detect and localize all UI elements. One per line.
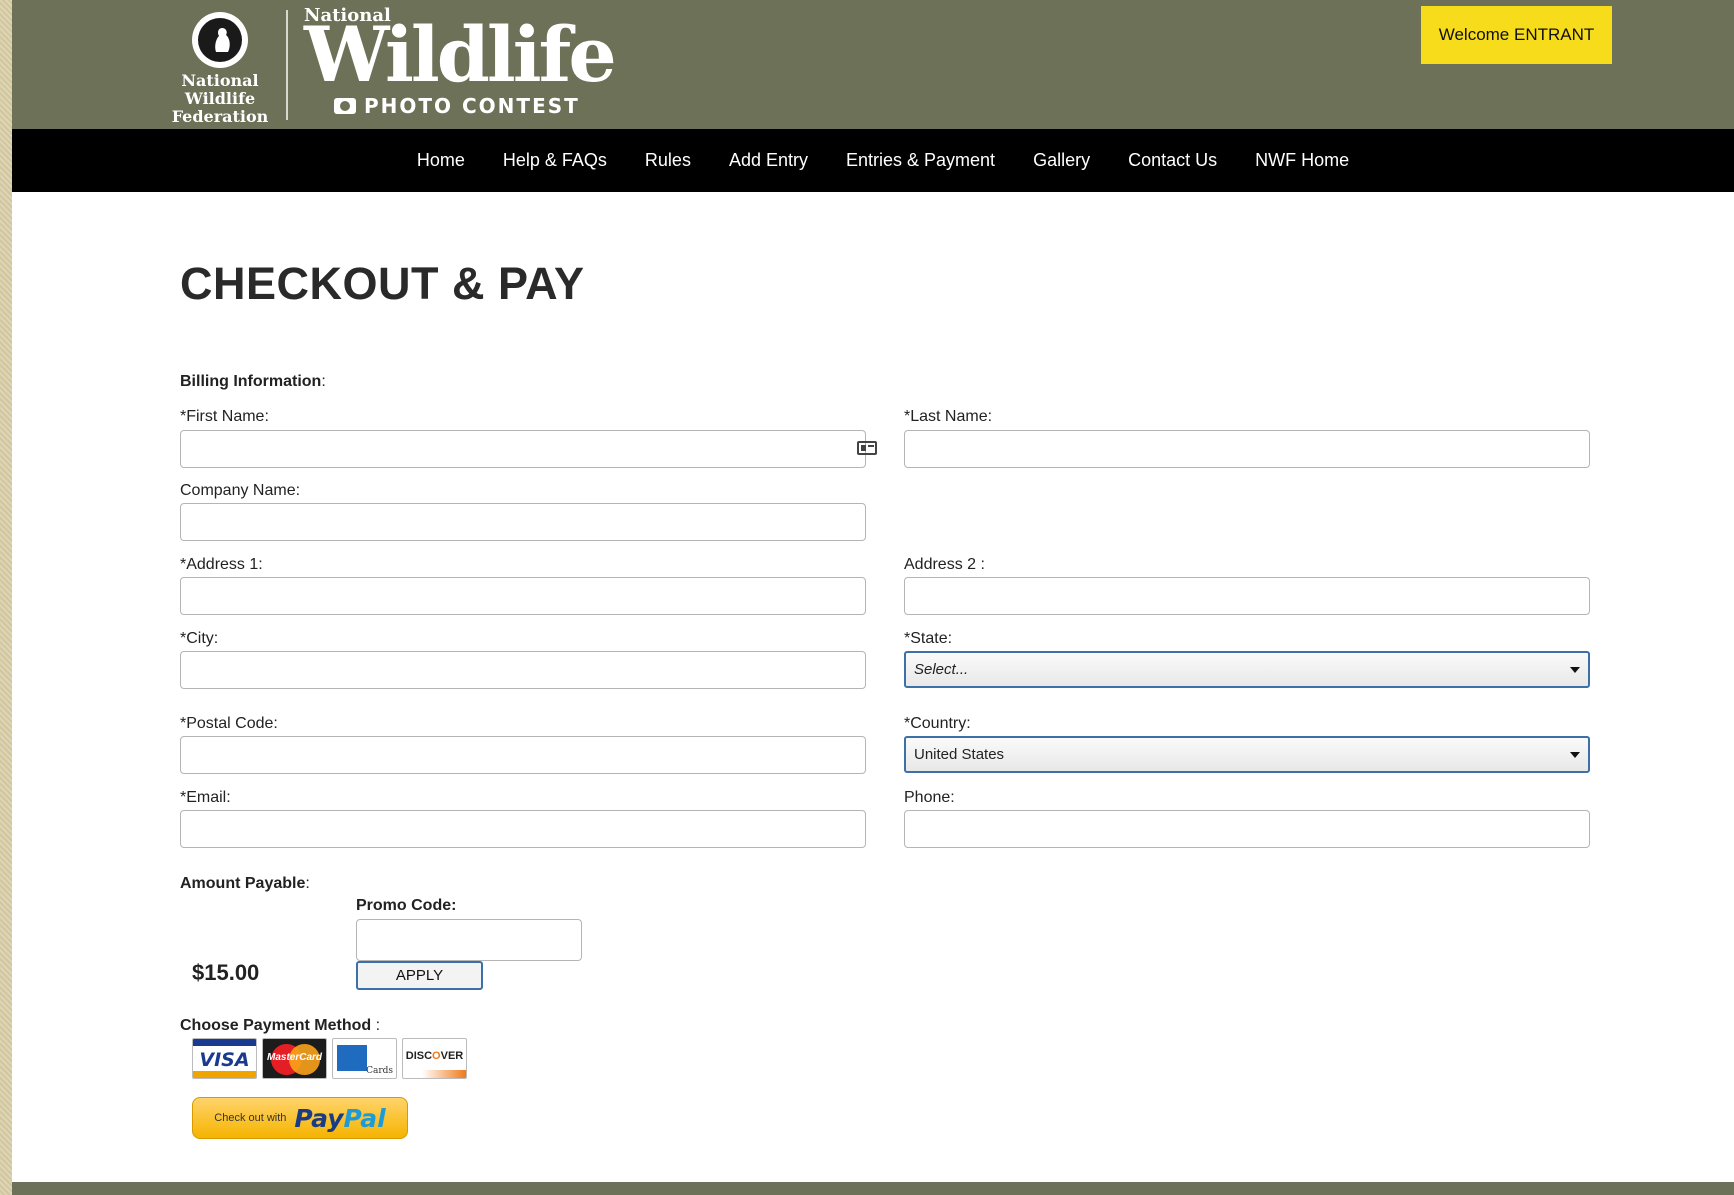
last-name-label: *Last Name: xyxy=(904,408,993,425)
discover-card-stripe xyxy=(403,1070,466,1078)
page-frame: National Wildlife Federation National Wi… xyxy=(12,0,1734,1195)
paypal-small-text: Check out with xyxy=(214,1112,287,1124)
promo-code-input[interactable] xyxy=(356,919,582,961)
nav-gallery[interactable]: Gallery xyxy=(1033,150,1090,171)
billing-section-label-text: Billing Information xyxy=(180,373,322,390)
main-nav: Home Help & FAQs Rules Add Entry Entries… xyxy=(12,129,1734,192)
amex-card-block xyxy=(337,1045,367,1071)
discover-text-b: VER xyxy=(440,1050,464,1062)
bird-icon xyxy=(215,28,230,52)
amex-card-text: Cards xyxy=(366,1066,393,1076)
address1-input[interactable] xyxy=(180,577,866,615)
discover-card-text: DISCOVER xyxy=(403,1050,466,1062)
phone-input[interactable] xyxy=(904,810,1590,848)
promo-code-label: Promo Code: xyxy=(356,897,457,914)
email-label: *Email: xyxy=(180,789,231,806)
discover-text-a: DISC xyxy=(405,1050,433,1062)
company-name-label: Company Name: xyxy=(180,482,301,499)
first-name-input[interactable] xyxy=(180,430,866,468)
site-header: National Wildlife Federation National Wi… xyxy=(12,0,1734,129)
phone-label: Phone: xyxy=(904,789,955,806)
nav-add-entry[interactable]: Add Entry xyxy=(729,150,808,171)
visa-band-top xyxy=(193,1039,256,1046)
payment-method-label: Choose Payment Method : xyxy=(180,1017,380,1035)
apply-promo-button[interactable]: APPLY xyxy=(356,961,483,990)
nwf-logo[interactable]: National Wildlife Federation xyxy=(164,8,276,126)
email-input[interactable] xyxy=(180,810,866,848)
address2-label: Address 2 : xyxy=(904,556,985,573)
camera-icon xyxy=(334,98,356,114)
billing-section-label: Billing Information: xyxy=(180,373,326,391)
amount-payable-label-text: Amount Payable xyxy=(180,875,306,892)
paypal-logo-pal: Pal xyxy=(343,1103,386,1133)
contest-logo-wildlife: Wildlife xyxy=(304,10,617,99)
payment-method-label-suffix: : xyxy=(371,1017,381,1034)
nav-home[interactable]: Home xyxy=(417,150,465,171)
footer-bar xyxy=(12,1182,1734,1195)
mastercard-card-icon[interactable]: MasterCard xyxy=(262,1038,327,1079)
country-select-value: United States xyxy=(914,746,1005,763)
postal-code-input[interactable] xyxy=(180,736,866,774)
visa-band-bottom xyxy=(193,1071,256,1078)
amex-card-icon[interactable]: Cards xyxy=(332,1038,397,1079)
state-select[interactable]: Select... xyxy=(904,651,1590,688)
paypal-checkout-button[interactable]: Check out with PayPal xyxy=(192,1097,408,1139)
state-select-value: Select... xyxy=(914,661,969,678)
country-select[interactable]: United States xyxy=(904,736,1590,773)
page-title: CHECKOUT & PAY xyxy=(180,258,585,309)
visa-card-icon[interactable]: VISA xyxy=(192,1038,257,1079)
welcome-badge[interactable]: Welcome ENTRANT xyxy=(1421,6,1612,64)
first-name-label: *First Name: xyxy=(180,408,269,425)
nwf-org-name: National Wildlife Federation xyxy=(171,71,269,126)
contest-logo[interactable]: National Wildlife PHOTO CONTEST xyxy=(304,6,617,119)
amount-value: $15.00 xyxy=(192,960,260,985)
company-name-input[interactable] xyxy=(180,503,866,541)
discover-text-o: O xyxy=(432,1050,441,1062)
contest-logo-photo-text: PHOTO CONTEST xyxy=(364,94,580,118)
logo-divider xyxy=(286,10,288,120)
payment-cards: VISA MasterCard Cards DISCOVER xyxy=(192,1038,467,1079)
nav-nwf-home[interactable]: NWF Home xyxy=(1255,150,1349,171)
visa-card-text: VISA xyxy=(199,1049,250,1071)
nwf-badge-icon xyxy=(192,12,248,68)
amount-payable-label: Amount Payable: xyxy=(180,875,310,893)
amount-payable-label-suffix: : xyxy=(305,875,310,892)
nav-help-faqs[interactable]: Help & FAQs xyxy=(503,150,607,171)
nav-entries-payment[interactable]: Entries & Payment xyxy=(846,150,995,171)
city-input[interactable] xyxy=(180,651,866,689)
mastercard-card-text: MasterCard xyxy=(266,1052,323,1063)
discover-card-icon[interactable]: DISCOVER xyxy=(402,1038,467,1079)
chevron-down-icon xyxy=(1570,666,1580,673)
payment-method-label-text: Choose Payment Method xyxy=(180,1017,372,1034)
address1-label: *Address 1: xyxy=(180,556,263,573)
billing-section-label-suffix: : xyxy=(321,373,326,390)
contact-card-icon[interactable] xyxy=(857,441,877,455)
paypal-logo: PayPal xyxy=(294,1104,385,1133)
address2-input[interactable] xyxy=(904,577,1590,615)
last-name-input[interactable] xyxy=(904,430,1590,468)
chevron-down-icon xyxy=(1570,751,1580,758)
nav-rules[interactable]: Rules xyxy=(645,150,691,171)
contest-logo-photo: PHOTO CONTEST xyxy=(334,94,614,118)
postal-code-label: *Postal Code: xyxy=(180,715,278,732)
country-label: *Country: xyxy=(904,715,971,732)
nav-contact-us[interactable]: Contact Us xyxy=(1128,150,1217,171)
paypal-logo-pay: Pay xyxy=(294,1103,344,1133)
state-label: *State: xyxy=(904,630,953,647)
city-label: *City: xyxy=(180,630,219,647)
